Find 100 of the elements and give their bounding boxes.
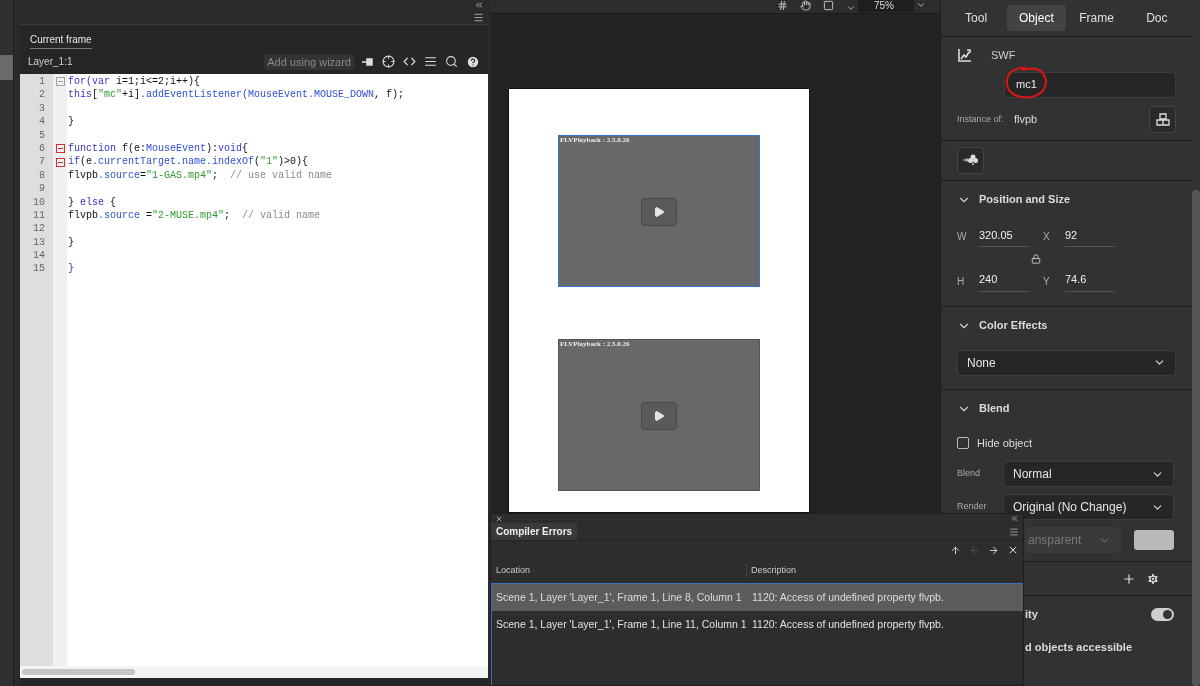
section-title[interactable]: Color Effects: [979, 317, 1048, 334]
lock-icon[interactable]: [1031, 254, 1041, 264]
code-line: function f(e:MouseEvent):void{: [68, 141, 249, 156]
chevron-icon[interactable]: [916, 0, 926, 10]
field-label: X: [1043, 230, 1051, 245]
arrow-up-icon[interactable]: [950, 544, 961, 556]
fold-icon[interactable]: [55, 144, 65, 154]
play-button[interactable]: [641, 197, 677, 226]
toggle-switch[interactable]: [1151, 607, 1174, 621]
menu-icon[interactable]: [473, 12, 484, 23]
search-icon[interactable]: [445, 55, 458, 68]
line-number: 13: [33, 235, 45, 250]
play-icon: [653, 205, 665, 218]
field-label: Blend: [957, 467, 982, 481]
panel-tab[interactable]: Object: [1007, 5, 1066, 31]
menu-icon[interactable]: [1009, 526, 1019, 537]
line-number: 3: [39, 101, 45, 116]
line-number: 1: [39, 75, 45, 89]
field-label: Instance of:: [957, 112, 1005, 126]
value-field[interactable]: 92: [1065, 226, 1115, 247]
scroll-thumb[interactable]: [22, 669, 135, 675]
value-field[interactable]: 240: [979, 271, 1029, 292]
settings-icon[interactable]: [1146, 571, 1160, 586]
value-field[interactable]: 74.6: [1065, 271, 1115, 292]
clip-icon[interactable]: [823, 0, 834, 11]
panel-tab[interactable]: Current frame: [30, 32, 92, 49]
checkbox[interactable]: [957, 436, 969, 449]
instance-name-field[interactable]: mc1: [1004, 71, 1176, 98]
error-location: Scene 1, Layer 'Layer_1', Frame 1, Line 8, Column 1: [495, 589, 743, 605]
code-line: if(e.currentTarget.name.indexOf("1")>0){: [68, 155, 309, 169]
collapse-icon[interactable]: [1010, 514, 1019, 523]
line-number: 6: [39, 141, 45, 156]
help-icon[interactable]: [466, 54, 480, 69]
line-number: 9: [39, 182, 45, 196]
line-number: 11: [33, 208, 45, 223]
option-label: d objects accessible: [1025, 639, 1132, 655]
line-number: 15: [33, 262, 45, 276]
code-line: }: [68, 235, 74, 250]
code-icon[interactable]: [403, 55, 416, 68]
error-row[interactable]: Scene 1, Layer 'Layer_1', Frame 1, Line 11, Column 1 1120: Access of undefined property flvpb.: [492, 611, 1023, 638]
scroll-thumb[interactable]: [0, 55, 13, 80]
add-icon[interactable]: [1122, 571, 1136, 586]
clear-icon[interactable]: [1007, 544, 1019, 556]
section-title[interactable]: Position and Size: [979, 191, 1071, 208]
panel-tab[interactable]: Frame: [1067, 5, 1126, 31]
section-title[interactable]: Blend: [979, 400, 1010, 417]
code-line: }: [68, 262, 74, 276]
swap-button[interactable]: [1149, 106, 1176, 133]
symbol-icon: [957, 47, 973, 64]
symbol-type: SWF: [991, 48, 1016, 63]
symbol-name: flvpb: [1014, 112, 1039, 128]
chevron-icon[interactable]: [846, 3, 856, 13]
line-number: 2: [39, 88, 45, 102]
value-field[interactable]: 320.05: [979, 226, 1029, 247]
club-icon: [963, 154, 978, 166]
line-number: 14: [33, 249, 45, 263]
line-number: 4: [39, 115, 45, 129]
zoom-field[interactable]: 75%: [858, 0, 914, 12]
render-dropdown[interactable]: Original (No Change): [1003, 494, 1174, 520]
hand-icon[interactable]: [800, 0, 811, 11]
code-line: }: [68, 115, 74, 129]
pin-icon[interactable]: [362, 56, 374, 67]
blend-dropdown[interactable]: Normal: [1003, 461, 1174, 487]
field-label: H: [957, 274, 966, 289]
fold-icon[interactable]: [55, 157, 65, 167]
field-label: Render: [957, 500, 988, 514]
wizard-button[interactable]: Add using wizard: [264, 53, 354, 70]
format-icon[interactable]: [424, 55, 437, 68]
symbol-button[interactable]: [957, 146, 984, 174]
panel-tab[interactable]: Tool: [947, 5, 1006, 31]
target-label: Layer_1:1: [28, 55, 73, 69]
field-label: Y: [1043, 274, 1051, 289]
collapse-icon[interactable]: [474, 0, 484, 10]
line-number: 5: [39, 128, 45, 142]
color-effect-dropdown[interactable]: None: [957, 349, 1176, 376]
option-label: ity: [1025, 606, 1039, 622]
panel-tab[interactable]: Compiler Errors: [491, 523, 578, 540]
code-line: flvpb.source ="2-MUSE.mp4"; // valid name: [68, 208, 321, 223]
code-line: flvpb.source="1-GAS.mp4"; // use valid name: [68, 168, 333, 183]
line-number: 8: [39, 168, 45, 183]
error-row[interactable]: Scene 1, Layer 'Layer_1', Frame 1, Line 8, Column 1 1120: Access of undefined property flvpb.: [492, 584, 1023, 611]
checkbox-label: Hide object: [977, 435, 1033, 451]
line-number: 12: [33, 222, 45, 236]
scroll-bar[interactable]: [1192, 190, 1200, 686]
arrow-right-icon[interactable]: [988, 544, 999, 556]
panel-tab[interactable]: Doc: [1127, 5, 1186, 31]
close-icon[interactable]: [495, 514, 503, 523]
column-header[interactable]: Description: [747, 564, 797, 578]
error-description: 1120: Access of undefined property flvpb.: [751, 616, 944, 632]
code-line: } else {: [68, 195, 117, 209]
grid-icon[interactable]: [777, 0, 788, 11]
field-label: W: [957, 230, 967, 245]
target-icon[interactable]: [382, 55, 395, 68]
play-button[interactable]: [641, 401, 677, 430]
error-location: Scene 1, Layer 'Layer_1', Frame 1, Line 11, Column 1: [495, 616, 748, 632]
column-header[interactable]: Location: [491, 564, 747, 578]
color-swatch[interactable]: [1134, 530, 1174, 550]
error-description: 1120: Access of undefined property flvpb.: [751, 589, 944, 605]
play-icon: [653, 409, 665, 422]
code-line: for(var i=1;i<=2;i++){: [68, 75, 201, 89]
